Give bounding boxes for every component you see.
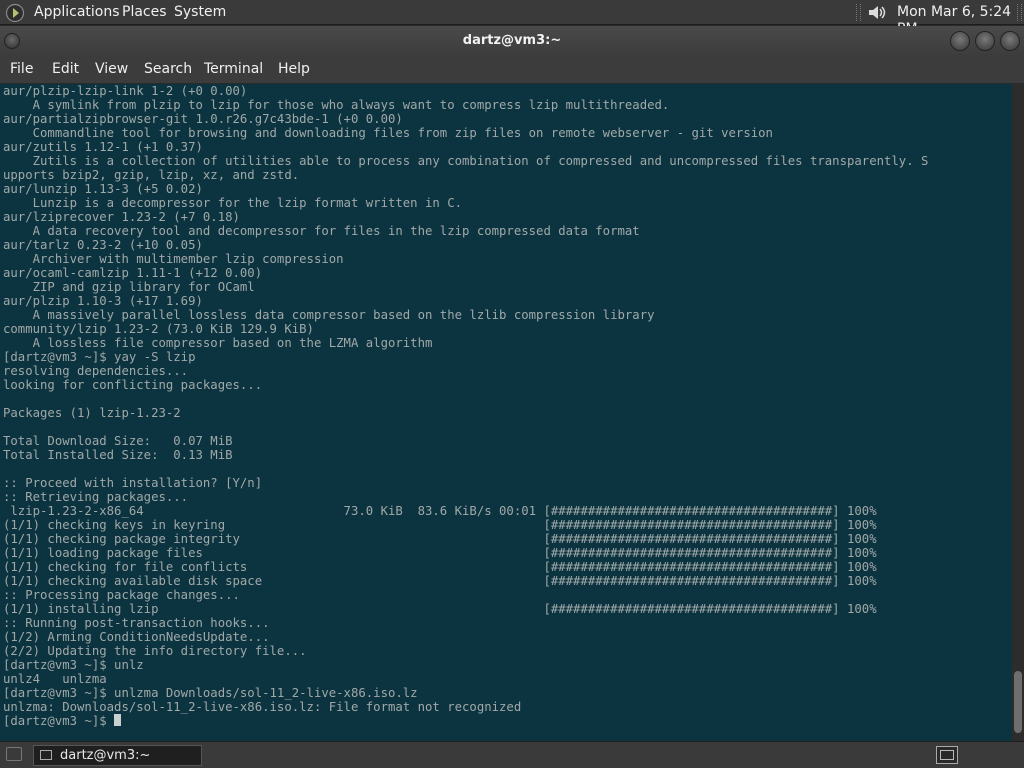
terminal-line: unlzma: Downloads/sol-11_2-live-x86.iso.… — [3, 700, 522, 714]
terminal-line: aur/ocaml-camlzip 1.11-1 (+12 0.00) — [3, 266, 263, 280]
taskbar-window-label: dartz@vm3:~ — [60, 748, 151, 763]
terminal-output: aur/plzip-lzip-link 1-2 (+0 0.00) A syml… — [0, 84, 1012, 728]
terminal-cursor — [114, 714, 122, 726]
terminal-line: Total Download Size: 0.07 MiB — [3, 434, 233, 448]
terminal-line: Commandline tool for browsing and downlo… — [3, 126, 773, 140]
terminal-line: A massively parallel lossless data compr… — [3, 308, 655, 322]
terminal-line: aur/zutils 1.12-1 (+1 0.37) — [3, 140, 203, 154]
terminal-line: A lossless file compressor based on the … — [3, 336, 433, 350]
menu-view[interactable]: View — [95, 61, 128, 78]
terminal-line: [dartz@vm3 ~]$ yay -S lzip — [3, 350, 196, 364]
menu-help[interactable]: Help — [278, 61, 310, 78]
terminal-line: lzip-1.23-2-x86_64 73.0 KiB 83.6 KiB/s 0… — [3, 504, 877, 518]
terminal-line: looking for conflicting packages... — [3, 378, 263, 392]
terminal-line: :: Processing package changes... — [3, 588, 240, 602]
terminal-line: resolving dependencies... — [3, 364, 189, 378]
terminal-line: aur/lziprecover 1.23-2 (+7 0.18) — [3, 210, 240, 224]
terminal-area[interactable]: aur/plzip-lzip-link 1-2 (+0 0.00) A syml… — [0, 84, 1012, 741]
minimize-button[interactable] — [950, 31, 970, 51]
gnome-foot-icon[interactable] — [5, 3, 25, 23]
speaker-icon[interactable] — [866, 3, 890, 22]
terminal-line: A data recovery tool and decompressor fo… — [3, 224, 640, 238]
workspace-thumbnail — [940, 750, 954, 760]
terminal-icon — [40, 750, 52, 760]
terminal-line: Zutils is a collection of utilities able… — [3, 154, 929, 168]
system-menu[interactable]: System — [174, 4, 226, 21]
menu-edit[interactable]: Edit — [52, 61, 79, 78]
terminal-line: aur/plzip-lzip-link 1-2 (+0 0.00) — [3, 84, 248, 98]
terminal-line: ZIP and gzip library for OCaml — [3, 280, 255, 294]
terminal-line: [dartz@vm3 ~]$ unlzma Downloads/sol-11_2… — [3, 686, 418, 700]
window-title: dartz@vm3:~ — [462, 33, 562, 48]
terminal-line: Total Installed Size: 0.13 MiB — [3, 448, 233, 462]
scrollbar[interactable] — [1012, 84, 1024, 741]
bottom-panel: dartz@vm3:~ — [0, 741, 1024, 768]
terminal-line: Archiver with multimember lzip compressi… — [3, 252, 344, 266]
terminal-line: (1/1) checking for file conflicts [#####… — [3, 560, 877, 574]
workspace-switcher-icon[interactable] — [936, 746, 958, 764]
applications-menu[interactable]: Applications — [34, 4, 120, 21]
terminal-line: A symlink from plzip to lzip for those w… — [3, 98, 670, 112]
places-menu[interactable]: Places — [122, 4, 167, 21]
menu-bar: File Edit View Search Terminal Help — [0, 56, 1024, 84]
terminal-line: (2/2) Updating the info directory file..… — [3, 644, 307, 658]
menu-terminal[interactable]: Terminal — [204, 61, 263, 78]
menu-search[interactable]: Search — [144, 61, 192, 78]
terminal-line: :: Proceed with installation? [Y/n] — [3, 476, 263, 490]
terminal-line: Packages (1) lzip-1.23-2 — [3, 406, 181, 420]
terminal-line: aur/tarlz 0.23-2 (+10 0.05) — [3, 238, 203, 252]
terminal-line: (1/1) checking available disk space [###… — [3, 574, 877, 588]
terminal-line: (1/2) Arming ConditionNeedsUpdate... — [3, 630, 270, 644]
maximize-button[interactable] — [975, 31, 995, 51]
close-button[interactable] — [1000, 31, 1020, 51]
scrollbar-thumb[interactable] — [1014, 671, 1022, 733]
terminal-line: aur/partialzipbrowser-git 1.0.r26.g7c43b… — [3, 112, 403, 126]
show-desktop-icon[interactable] — [6, 747, 22, 761]
terminal-line: (1/1) installing lzip [#################… — [3, 602, 877, 616]
terminal-line: [dartz@vm3 ~]$ — [3, 714, 115, 728]
taskbar-window-button[interactable]: dartz@vm3:~ — [33, 745, 202, 766]
terminal-line: Lunzip is a decompressor for the lzip fo… — [3, 196, 463, 210]
window-menu-icon[interactable] — [4, 33, 20, 49]
panel-separator — [1017, 4, 1022, 21]
terminal-line: aur/lunzip 1.13-3 (+5 0.02) — [3, 182, 203, 196]
terminal-line: (1/1) loading package files [###########… — [3, 546, 877, 560]
terminal-line: :: Retrieving packages... — [3, 490, 189, 504]
terminal-line: unlz4 unlzma — [3, 672, 107, 686]
terminal-line: upports bzip2, gzip, lzip, xz, and zstd. — [3, 168, 300, 182]
terminal-line: :: Running post-transaction hooks... — [3, 616, 270, 630]
top-panel: Applications Places System Mon Mar 6, 5:… — [0, 0, 1024, 37]
window-titlebar[interactable]: dartz@vm3:~ — [0, 26, 1024, 56]
terminal-line: (1/1) checking keys in keyring [########… — [3, 518, 877, 532]
terminal-line: community/lzip 1.23-2 (73.0 KiB 129.9 Ki… — [3, 322, 314, 336]
panel-separator — [856, 4, 861, 21]
terminal-line: (1/1) checking package integrity [######… — [3, 532, 877, 546]
terminal-line: [dartz@vm3 ~]$ unlz — [3, 658, 144, 672]
menu-file[interactable]: File — [10, 61, 33, 78]
terminal-line: aur/plzip 1.10-3 (+17 1.69) — [3, 294, 203, 308]
